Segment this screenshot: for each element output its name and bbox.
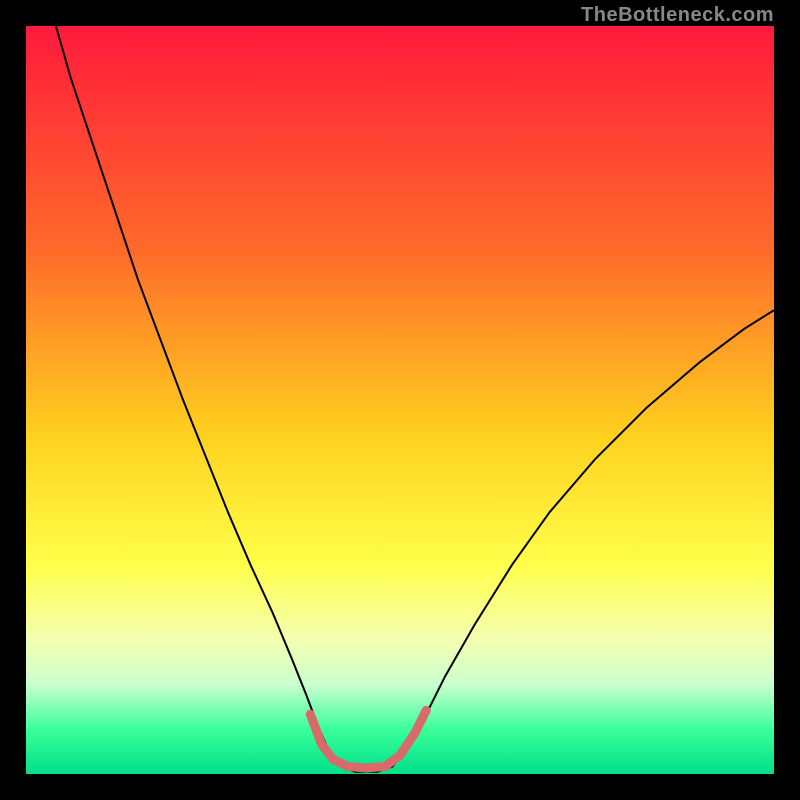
optimal-zone [310,710,426,768]
watermark-text: TheBottleneck.com [581,4,774,27]
plot-area [26,26,774,774]
curve-layer [26,26,774,774]
chart-frame: TheBottleneck.com [0,0,800,800]
bottleneck-curve [56,26,774,772]
